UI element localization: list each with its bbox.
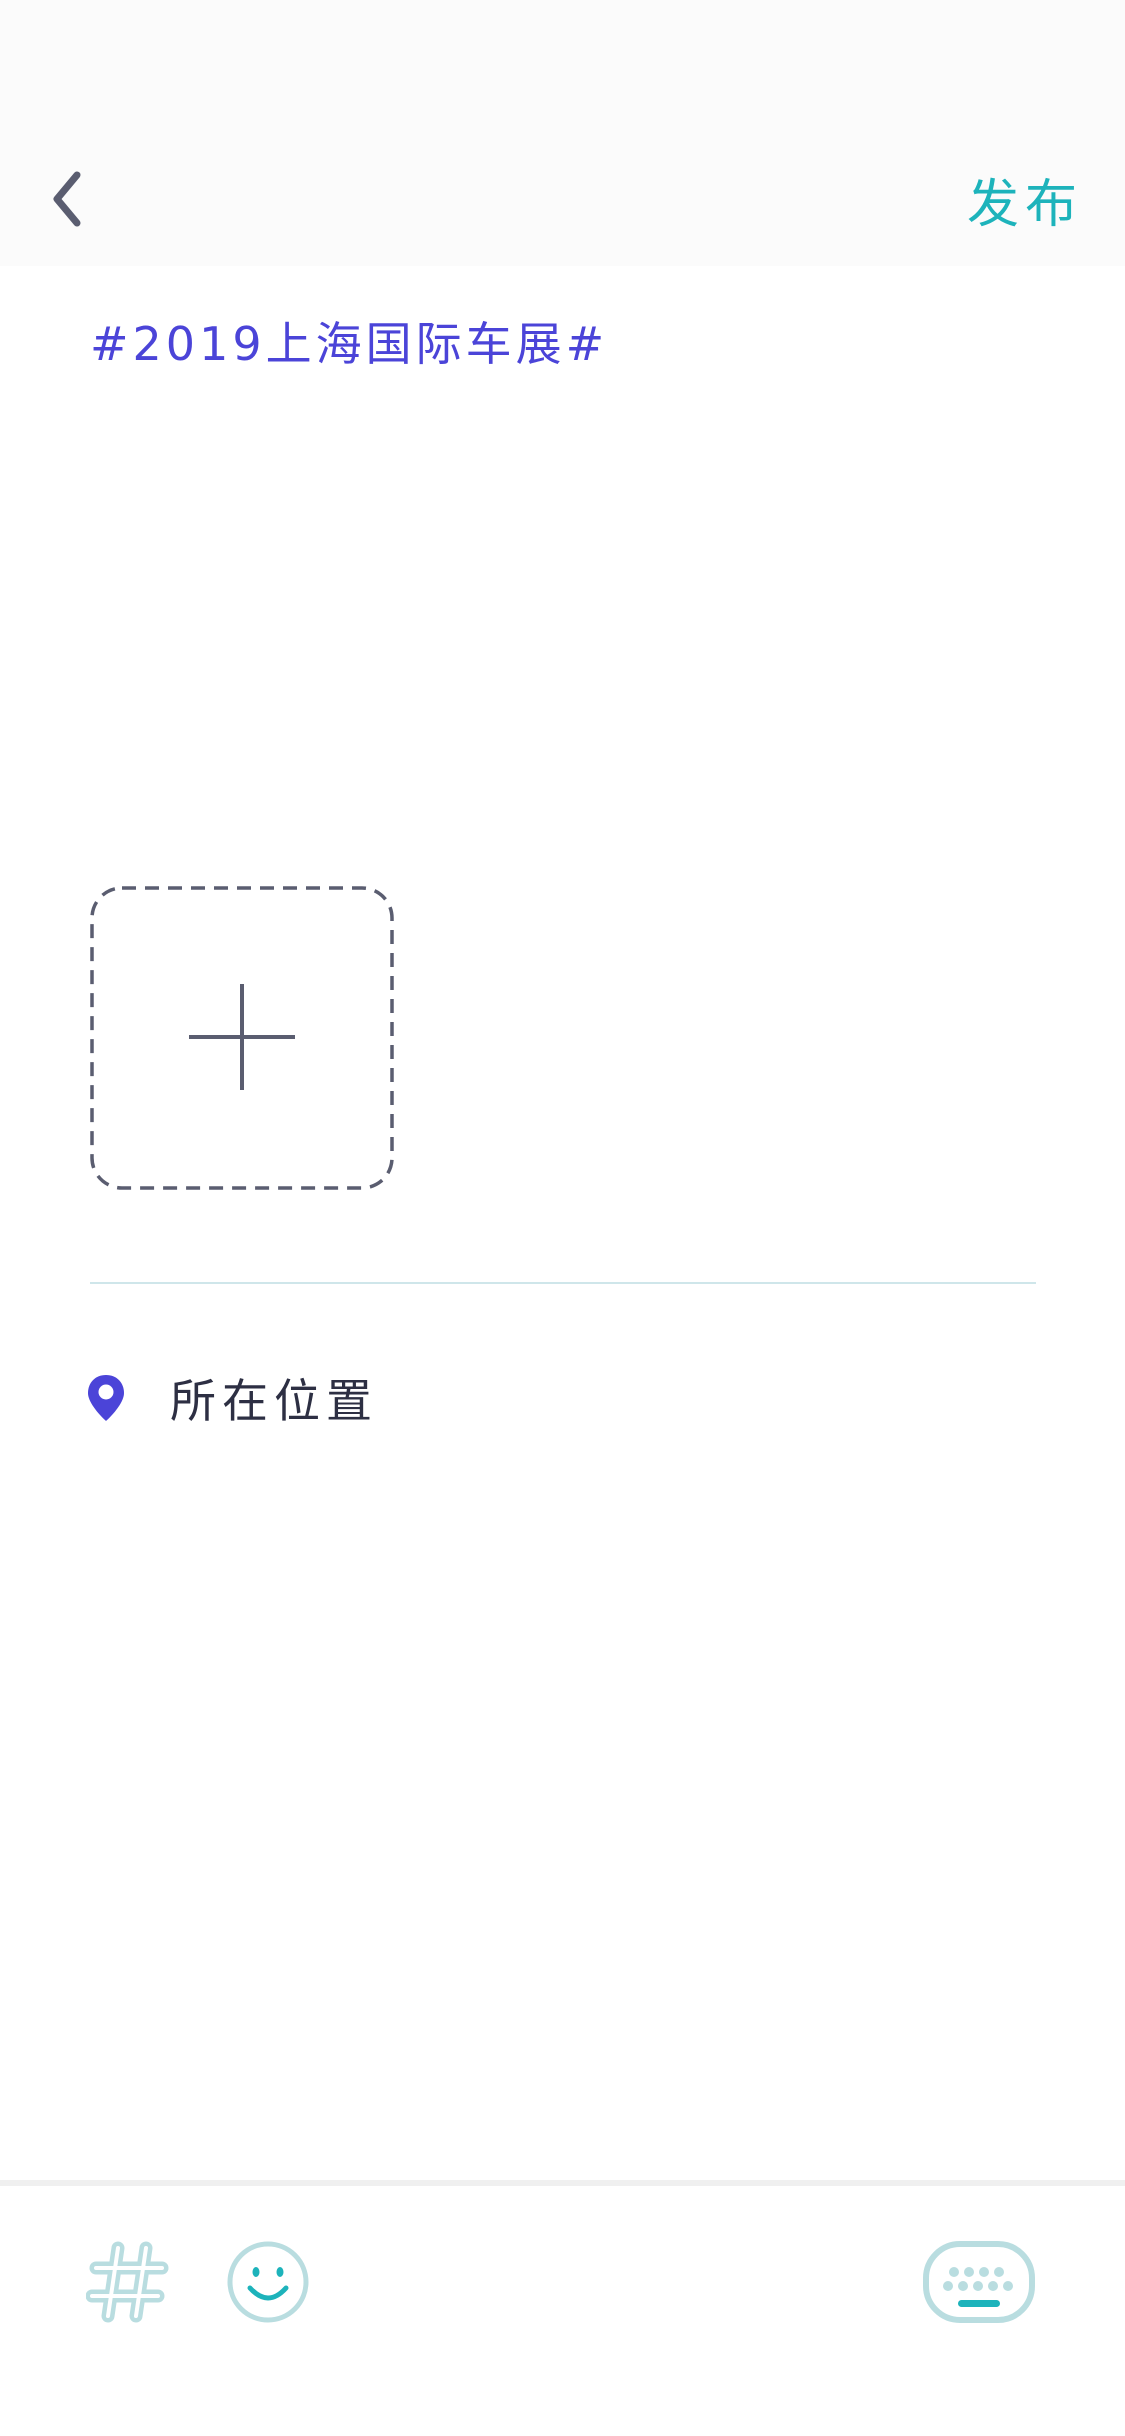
status-bar	[0, 0, 1125, 132]
hashtag-icon	[86, 2241, 169, 2323]
emoji-button[interactable]	[226, 2240, 310, 2324]
add-image-frame	[90, 886, 394, 1190]
map-pin-icon	[88, 1375, 124, 1421]
bottom-toolbar	[0, 2180, 1125, 2436]
keyboard-button[interactable]	[922, 2240, 1036, 2324]
hashtag-button[interactable]	[86, 2240, 170, 2324]
back-button[interactable]	[30, 162, 104, 236]
add-image-button[interactable]	[90, 886, 394, 1190]
post-text-input[interactable]: #2019上海国际车展#	[90, 312, 608, 376]
location-selector[interactable]: 所在位置	[86, 1360, 378, 1436]
keyboard-icon	[923, 2241, 1035, 2323]
publish-button[interactable]: 发布	[967, 162, 1083, 236]
navigation-bar: 发布	[0, 132, 1125, 266]
location-label: 所在位置	[170, 1374, 378, 1428]
plus-icon	[189, 984, 295, 1090]
divider	[90, 1282, 1036, 1284]
post-editor-screen: 发布 #2019上海国际车展# 所在位置	[0, 0, 1125, 2436]
chevron-left-icon	[53, 171, 81, 227]
emoji-icon	[227, 2241, 309, 2323]
